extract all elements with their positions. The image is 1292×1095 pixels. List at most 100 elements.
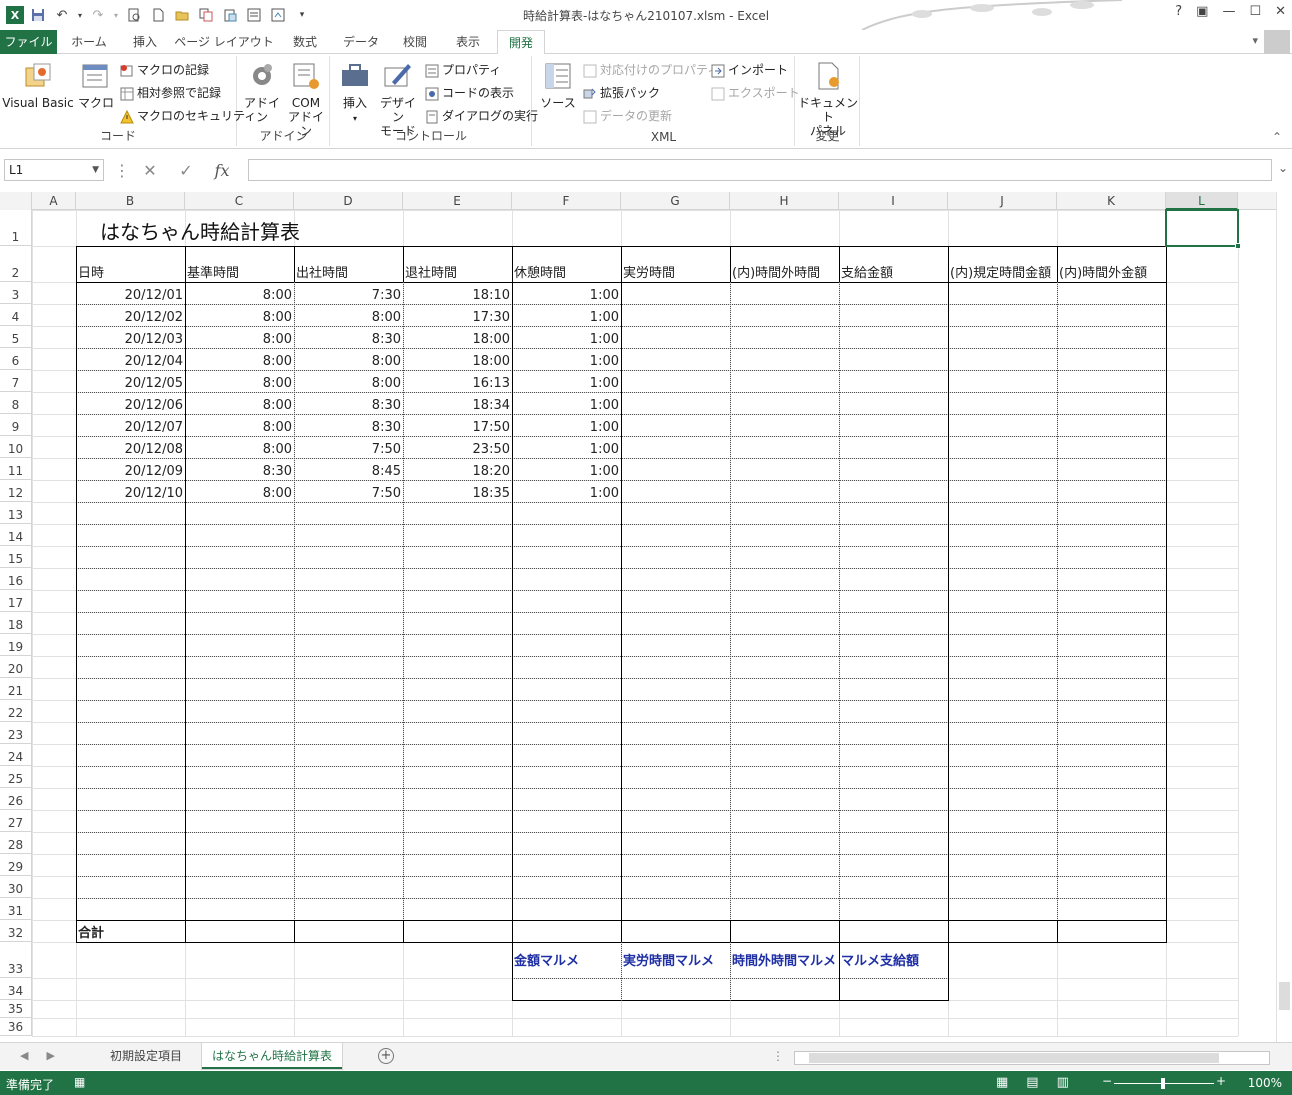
- row-header-13[interactable]: 13: [0, 502, 32, 524]
- row-header-28[interactable]: 28: [0, 832, 32, 854]
- tab-view[interactable]: 表示: [442, 30, 494, 54]
- data-cell[interactable]: 20/12/02: [76, 304, 185, 326]
- zoom-knob[interactable]: [1161, 1078, 1165, 1089]
- macro-button[interactable]: マクロ: [76, 60, 116, 110]
- data-cell[interactable]: 18:10: [403, 282, 512, 304]
- column-header-cell[interactable]: (内)時間外時間: [730, 246, 839, 282]
- row-header-20[interactable]: 20: [0, 656, 32, 678]
- account-dropdown-icon[interactable]: ▾: [1252, 34, 1258, 47]
- help-icon[interactable]: ?: [1175, 4, 1182, 19]
- data-cell[interactable]: 18:00: [403, 326, 512, 348]
- data-cell[interactable]: 8:45: [294, 458, 403, 480]
- xml-source-button[interactable]: ソース: [539, 60, 577, 110]
- selected-cell[interactable]: [1165, 209, 1241, 249]
- column-header-A[interactable]: A: [32, 192, 76, 210]
- vertical-scrollbar[interactable]: [1276, 192, 1292, 1042]
- summary-header-cell[interactable]: 時間外時間マルメ: [730, 942, 839, 978]
- data-cell[interactable]: 1:00: [512, 370, 621, 392]
- row-header-34[interactable]: 34: [0, 978, 32, 1000]
- macro-recording-icon[interactable]: ▦: [74, 1075, 85, 1089]
- page-break-preview-icon[interactable]: ▥: [1057, 1075, 1069, 1090]
- row-header-30[interactable]: 30: [0, 876, 32, 898]
- more-options-icon[interactable]: ⋮: [112, 161, 132, 180]
- column-header-L[interactable]: L: [1166, 192, 1238, 210]
- row-header-9[interactable]: 9: [0, 414, 32, 436]
- add-sheet-icon[interactable]: +: [378, 1048, 394, 1064]
- column-header-J[interactable]: J: [948, 192, 1057, 210]
- tab-split-handle-icon[interactable]: ⋮: [772, 1049, 784, 1063]
- summary-header-cell[interactable]: 実労時間マルメ: [621, 942, 730, 978]
- view-code-button[interactable]: コードの表示: [425, 83, 514, 103]
- data-cell[interactable]: 8:00: [185, 348, 294, 370]
- tab-formulas[interactable]: 数式: [278, 30, 332, 54]
- data-cell[interactable]: 17:50: [403, 414, 512, 436]
- row-header-21[interactable]: 21: [0, 678, 32, 700]
- column-header-G[interactable]: G: [621, 192, 730, 210]
- data-cell[interactable]: 1:00: [512, 282, 621, 304]
- name-box[interactable]: L1 ▼: [4, 159, 104, 181]
- column-header-cell[interactable]: 休憩時間: [512, 246, 621, 282]
- data-cell[interactable]: 8:00: [185, 414, 294, 436]
- column-header-cell[interactable]: (内)規定時間金額: [948, 246, 1057, 282]
- normal-view-icon[interactable]: ▦: [996, 1075, 1008, 1090]
- visual-basic-button[interactable]: Visual Basic: [2, 60, 74, 110]
- data-cell[interactable]: 8:00: [185, 326, 294, 348]
- close-icon[interactable]: ✕: [1275, 4, 1286, 19]
- column-header-cell[interactable]: 日時: [76, 246, 185, 282]
- data-cell[interactable]: 8:30: [185, 458, 294, 480]
- data-cell[interactable]: 16:13: [403, 370, 512, 392]
- tab-review[interactable]: 校閲: [390, 30, 440, 54]
- minimize-icon[interactable]: —: [1222, 4, 1235, 19]
- column-header-cell[interactable]: 支給金額: [839, 246, 948, 282]
- column-header-E[interactable]: E: [403, 192, 512, 210]
- row-header-25[interactable]: 25: [0, 766, 32, 788]
- cancel-icon[interactable]: ✕: [132, 161, 168, 180]
- data-cell[interactable]: 1:00: [512, 304, 621, 326]
- zoom-level[interactable]: 100%: [1248, 1076, 1282, 1090]
- data-cell[interactable]: 1:00: [512, 392, 621, 414]
- data-cell[interactable]: 8:00: [185, 480, 294, 502]
- tab-insert[interactable]: 挿入: [120, 30, 170, 54]
- data-cell[interactable]: 8:30: [294, 326, 403, 348]
- data-cell[interactable]: 1:00: [512, 458, 621, 480]
- expansion-packs-button[interactable]: 拡張パック: [583, 83, 660, 103]
- data-cell[interactable]: 8:00: [185, 436, 294, 458]
- user-avatar[interactable]: [1264, 30, 1290, 56]
- insert-function-icon[interactable]: fx: [204, 161, 240, 180]
- row-header-35[interactable]: 35: [0, 1000, 32, 1018]
- column-header-C[interactable]: C: [185, 192, 294, 210]
- row-header-31[interactable]: 31: [0, 898, 32, 920]
- expand-formula-bar-icon[interactable]: ⌄: [1278, 161, 1288, 175]
- row-header-22[interactable]: 22: [0, 700, 32, 722]
- row-header-1[interactable]: 1: [0, 210, 32, 246]
- data-cell[interactable]: 8:30: [294, 392, 403, 414]
- column-header-cell[interactable]: 退社時間: [403, 246, 512, 282]
- row-header-27[interactable]: 27: [0, 810, 32, 832]
- data-cell[interactable]: 20/12/01: [76, 282, 185, 304]
- summary-header-cell[interactable]: マルメ支給額: [839, 942, 948, 978]
- row-header-26[interactable]: 26: [0, 788, 32, 810]
- tab-developer[interactable]: 開発: [497, 30, 545, 55]
- data-cell[interactable]: 8:00: [294, 370, 403, 392]
- data-cell[interactable]: 18:00: [403, 348, 512, 370]
- row-header-18[interactable]: 18: [0, 612, 32, 634]
- zoom-in-icon[interactable]: +: [1216, 1074, 1226, 1088]
- data-cell[interactable]: 18:20: [403, 458, 512, 480]
- tab-file[interactable]: ファイル: [0, 30, 57, 54]
- column-header-I[interactable]: I: [839, 192, 948, 210]
- row-header-15[interactable]: 15: [0, 546, 32, 568]
- macro-security-button[interactable]: マクロのセキュリティ: [120, 106, 256, 126]
- vertical-scroll-thumb[interactable]: [1279, 982, 1290, 1010]
- data-cell[interactable]: 23:50: [403, 436, 512, 458]
- sheet-title-cell[interactable]: はなちゃん時給計算表: [76, 210, 512, 246]
- xml-export-button[interactable]: エクスポート: [711, 83, 800, 103]
- data-cell[interactable]: 20/12/04: [76, 348, 185, 370]
- row-header-24[interactable]: 24: [0, 744, 32, 766]
- select-all-corner[interactable]: [0, 192, 32, 210]
- data-cell[interactable]: 17:30: [403, 304, 512, 326]
- data-cell[interactable]: 1:00: [512, 326, 621, 348]
- addins-button[interactable]: アドイン: [242, 60, 282, 124]
- data-cell[interactable]: 8:00: [185, 392, 294, 414]
- sheet-tab-initial-settings[interactable]: 初期設定項目: [100, 1043, 192, 1069]
- refresh-data-button[interactable]: データの更新: [583, 106, 672, 126]
